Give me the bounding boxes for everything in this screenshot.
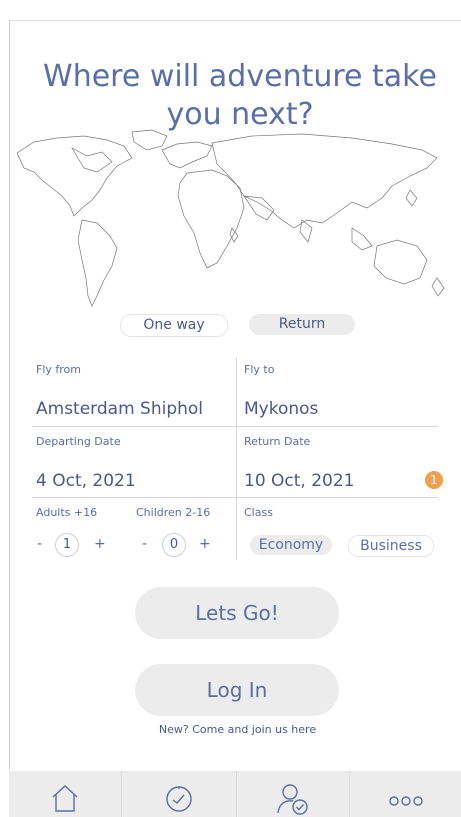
form-column-divider (236, 358, 237, 560)
departing-date-field[interactable]: 4 Oct, 2021 (36, 471, 136, 491)
nav-account[interactable] (237, 771, 349, 817)
nav-home[interactable] (9, 771, 121, 817)
fly-from-label: Fly from (36, 363, 81, 376)
business-class-button[interactable]: Business (348, 535, 434, 557)
adults-plus-button[interactable]: + (94, 536, 106, 552)
return-toggle[interactable]: Return (249, 314, 355, 335)
row-divider-1 (32, 426, 438, 427)
children-minus-button[interactable]: - (142, 536, 147, 552)
return-date-field[interactable]: 10 Oct, 2021 (244, 471, 355, 491)
nav-history[interactable] (122, 771, 236, 817)
lets-go-button[interactable]: Lets Go! (135, 587, 339, 639)
row-divider-2 (32, 497, 438, 498)
adults-minus-button[interactable]: - (37, 536, 42, 552)
more-icon (388, 796, 423, 806)
home-icon (52, 785, 78, 812)
children-plus-button[interactable]: + (199, 536, 211, 552)
economy-class-button[interactable]: Economy (250, 535, 332, 555)
world-map (16, 129, 445, 307)
adults-label: Adults +16 (36, 506, 98, 519)
frame-left-border (9, 20, 10, 770)
departing-date-label: Departing Date (36, 435, 121, 448)
clock-icon (166, 786, 192, 812)
return-date-label: Return Date (244, 435, 311, 448)
login-button[interactable]: Log In (135, 664, 339, 716)
user-check-icon (277, 784, 308, 815)
class-label: Class (244, 506, 273, 519)
one-way-toggle[interactable]: One way (120, 314, 228, 337)
fly-to-label: Fly to (244, 363, 275, 376)
adults-count: 1 (55, 533, 79, 557)
children-count: 0 (162, 533, 186, 557)
notification-badge[interactable]: 1 (425, 471, 443, 489)
join-link[interactable]: New? Come and join us here (120, 723, 355, 736)
fly-from-field[interactable]: Amsterdam Shiphol (36, 399, 203, 419)
fly-to-field[interactable]: Mykonos (244, 399, 318, 419)
bottom-nav (9, 771, 461, 817)
page-headline: Where will adventure take you next? (43, 59, 437, 132)
nav-more[interactable] (350, 771, 461, 817)
children-label: Children 2-16 (136, 506, 211, 519)
frame-top-border (9, 20, 461, 21)
